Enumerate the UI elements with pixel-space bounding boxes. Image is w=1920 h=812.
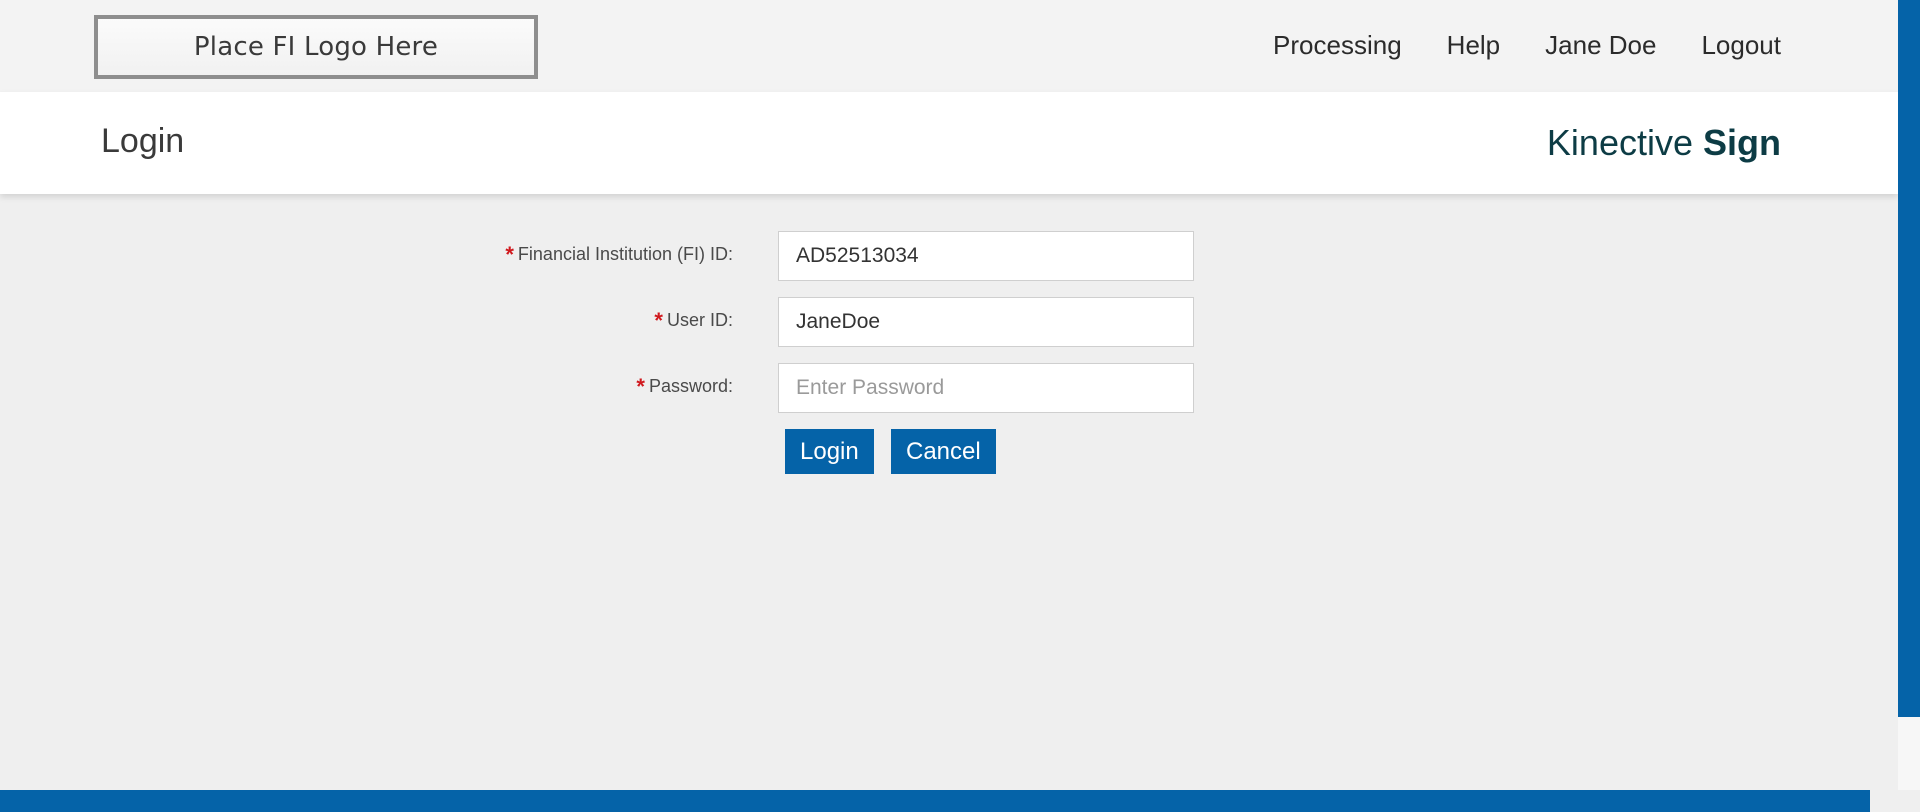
page-header: Login Kinective Sign [0, 92, 1898, 194]
top-nav: Processing Help Jane Doe Logout [1273, 30, 1781, 61]
password-label: * Password: [636, 372, 733, 399]
nav-processing-link[interactable]: Processing [1273, 30, 1402, 61]
brand-name-light: Kinective [1546, 122, 1693, 163]
user-id-input[interactable] [778, 297, 1194, 347]
nav-user-link[interactable]: Jane Doe [1545, 30, 1656, 61]
fi-id-input[interactable] [778, 231, 1194, 281]
page-title: Login [101, 122, 185, 160]
login-button[interactable]: Login [785, 429, 874, 474]
fi-id-label: * Financial Institution (FI) ID: [505, 240, 733, 267]
user-id-row: * User ID: [0, 297, 1200, 349]
logo-text: Place FI Logo Here [193, 32, 439, 62]
required-marker: * [636, 374, 645, 399]
cancel-button[interactable]: Cancel [891, 429, 996, 474]
fi-id-row: * Financial Institution (FI) ID: [0, 231, 1200, 283]
brand-logo: Kinective Sign [1547, 122, 1781, 164]
required-marker: * [654, 308, 663, 333]
footer-bar [0, 790, 1870, 812]
brand-name-bold: Sign [1703, 122, 1781, 163]
nav-logout-link[interactable]: Logout [1701, 30, 1781, 61]
password-row: * Password: [0, 363, 1200, 415]
fi-id-label-text: Financial Institution (FI) ID: [517, 244, 733, 264]
top-bar: Place FI Logo Here Processing Help Jane … [0, 0, 1898, 92]
password-input[interactable] [778, 363, 1194, 413]
required-marker: * [505, 242, 514, 267]
page: Place FI Logo Here Processing Help Jane … [0, 0, 1920, 812]
scrollbar-track[interactable] [1898, 0, 1920, 717]
scrollbar-gap [1898, 717, 1920, 790]
password-label-text: Password: [648, 376, 733, 396]
user-id-label-text: User ID: [666, 310, 733, 330]
fi-logo-placeholder: Place FI Logo Here [94, 15, 538, 79]
nav-help-link[interactable]: Help [1447, 30, 1500, 61]
user-id-label: * User ID: [654, 306, 733, 333]
